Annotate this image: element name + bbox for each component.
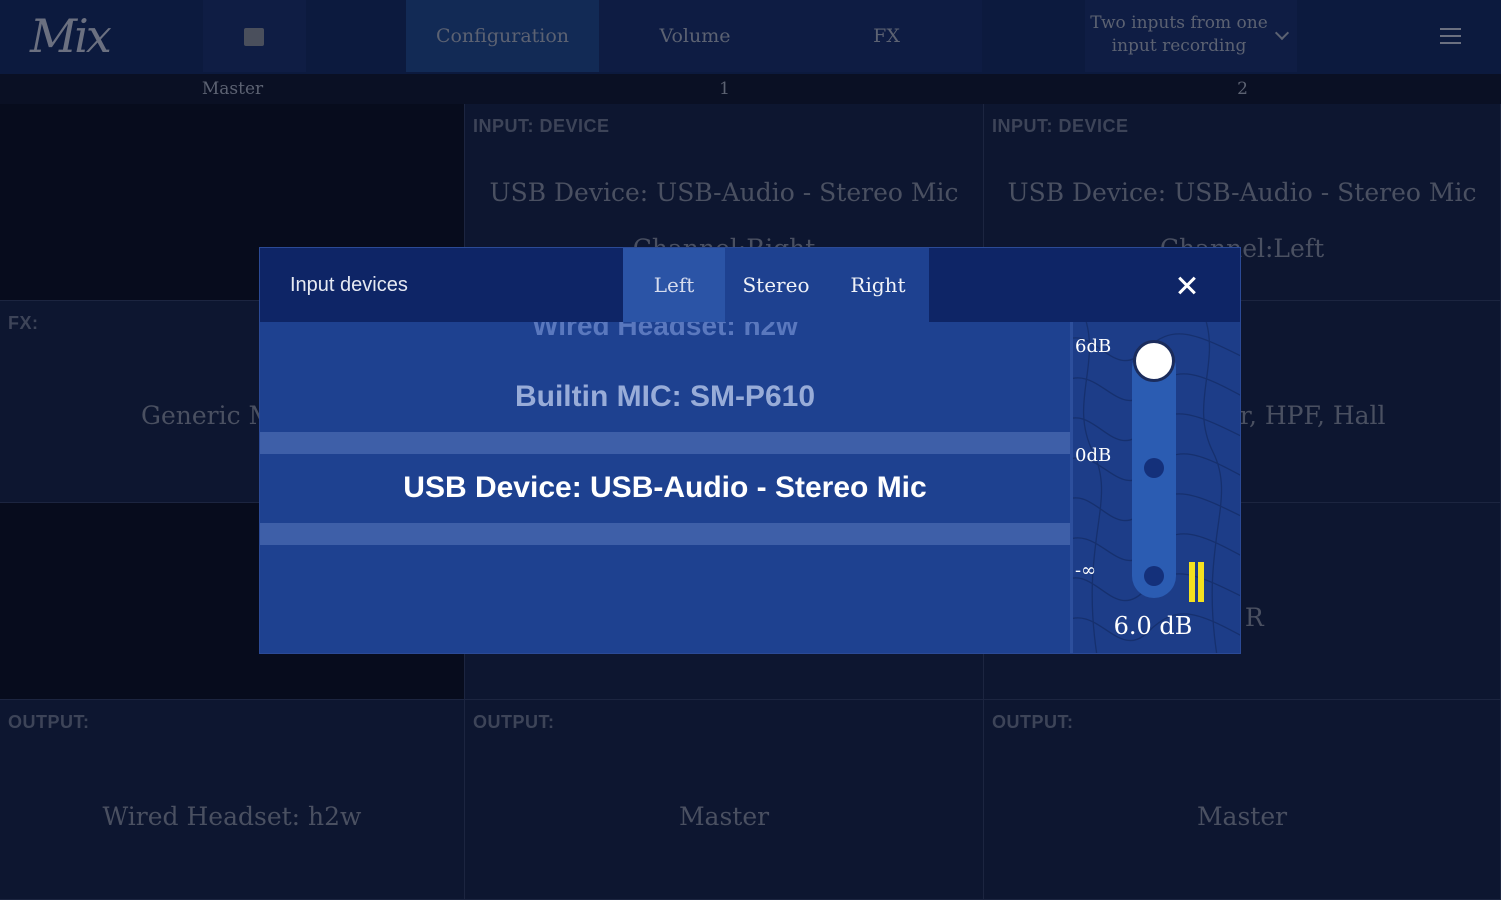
channel-stereo-toggle[interactable]: Stereo (725, 248, 827, 322)
gain-tick-top: 6dB (1075, 336, 1112, 357)
channel-right-toggle[interactable]: Right (827, 248, 929, 322)
column-header-master: Master (201, 79, 264, 99)
output-value: Wired Headset: h2w (102, 802, 362, 831)
input-device-value: USB Device: USB-Audio - Stereo Mic (489, 178, 959, 207)
gain-marker-0db (1144, 458, 1164, 478)
output-label: OUTPUT: (473, 712, 555, 732)
top-bar: Mix Configuration Volume FX Two inputs f… (0, 0, 1501, 74)
device-option-wired-headset[interactable]: Wired Headset: h2w (260, 322, 1070, 348)
close-icon[interactable] (1172, 270, 1202, 300)
device-list[interactable]: Wired Headset: h2w Builtin MIC: SM-P610 … (260, 322, 1070, 653)
input-device-value: USB Device: USB-Audio - Stereo Mic (1007, 178, 1477, 207)
list-divider (260, 432, 1070, 454)
gain-panel: 6dB 0dB -∞ 6.0 dB (1070, 322, 1240, 653)
gain-readout: 6.0 dB (1113, 612, 1193, 640)
master-output-panel[interactable]: OUTPUT: Wired Headset: h2w (0, 700, 465, 900)
dialog-title: Input devices (290, 274, 408, 296)
ch1-output-panel[interactable]: OUTPUT: Master (465, 700, 984, 900)
gain-tick-mid: 0dB (1075, 445, 1112, 466)
ch2-output-panel[interactable]: OUTPUT: Master (984, 700, 1501, 900)
input-device-label: INPUT: DEVICE (992, 116, 1129, 136)
gain-tick-bottom: -∞ (1075, 560, 1097, 581)
output-value: Master (678, 802, 770, 831)
gain-slider-handle[interactable] (1133, 340, 1175, 382)
device-option-usb-audio[interactable]: USB Device: USB-Audio - Stereo Mic (260, 453, 1070, 523)
input-device-label: INPUT: DEVICE (473, 116, 610, 136)
level-meter-right (1198, 562, 1204, 602)
channel-left-toggle[interactable]: Left (623, 248, 725, 322)
column-header-2: 2 (1237, 79, 1248, 99)
preset-select[interactable]: Two inputs from one input recording (1085, 0, 1297, 72)
tab-configuration[interactable]: Configuration (406, 0, 599, 72)
tab-fx[interactable]: FX (791, 0, 982, 72)
input-devices-dialog: Input devices Left Stereo Right Wired He… (260, 248, 1240, 653)
column-header-1: 1 (719, 79, 730, 99)
list-divider (260, 523, 1070, 545)
stop-button[interactable] (203, 0, 306, 72)
output-label: OUTPUT: (992, 712, 1074, 732)
tab-volume[interactable]: Volume (599, 0, 791, 72)
level-meter-left (1189, 562, 1195, 602)
stop-icon (244, 28, 264, 46)
fx-label: FX: (8, 313, 39, 333)
dialog-header: Input devices Left Stereo Right (260, 248, 1240, 322)
output-label: OUTPUT: (8, 712, 90, 732)
app-logo: Mix (30, 9, 112, 63)
menu-icon[interactable] (1440, 28, 1461, 44)
preset-label: Two inputs from one input recording (1090, 13, 1268, 56)
device-option-builtin-mic[interactable]: Builtin MIC: SM-P610 (260, 362, 1070, 432)
chevron-down-icon (1274, 25, 1290, 41)
gain-marker-min (1144, 566, 1164, 586)
output-value: Master (1196, 802, 1288, 831)
